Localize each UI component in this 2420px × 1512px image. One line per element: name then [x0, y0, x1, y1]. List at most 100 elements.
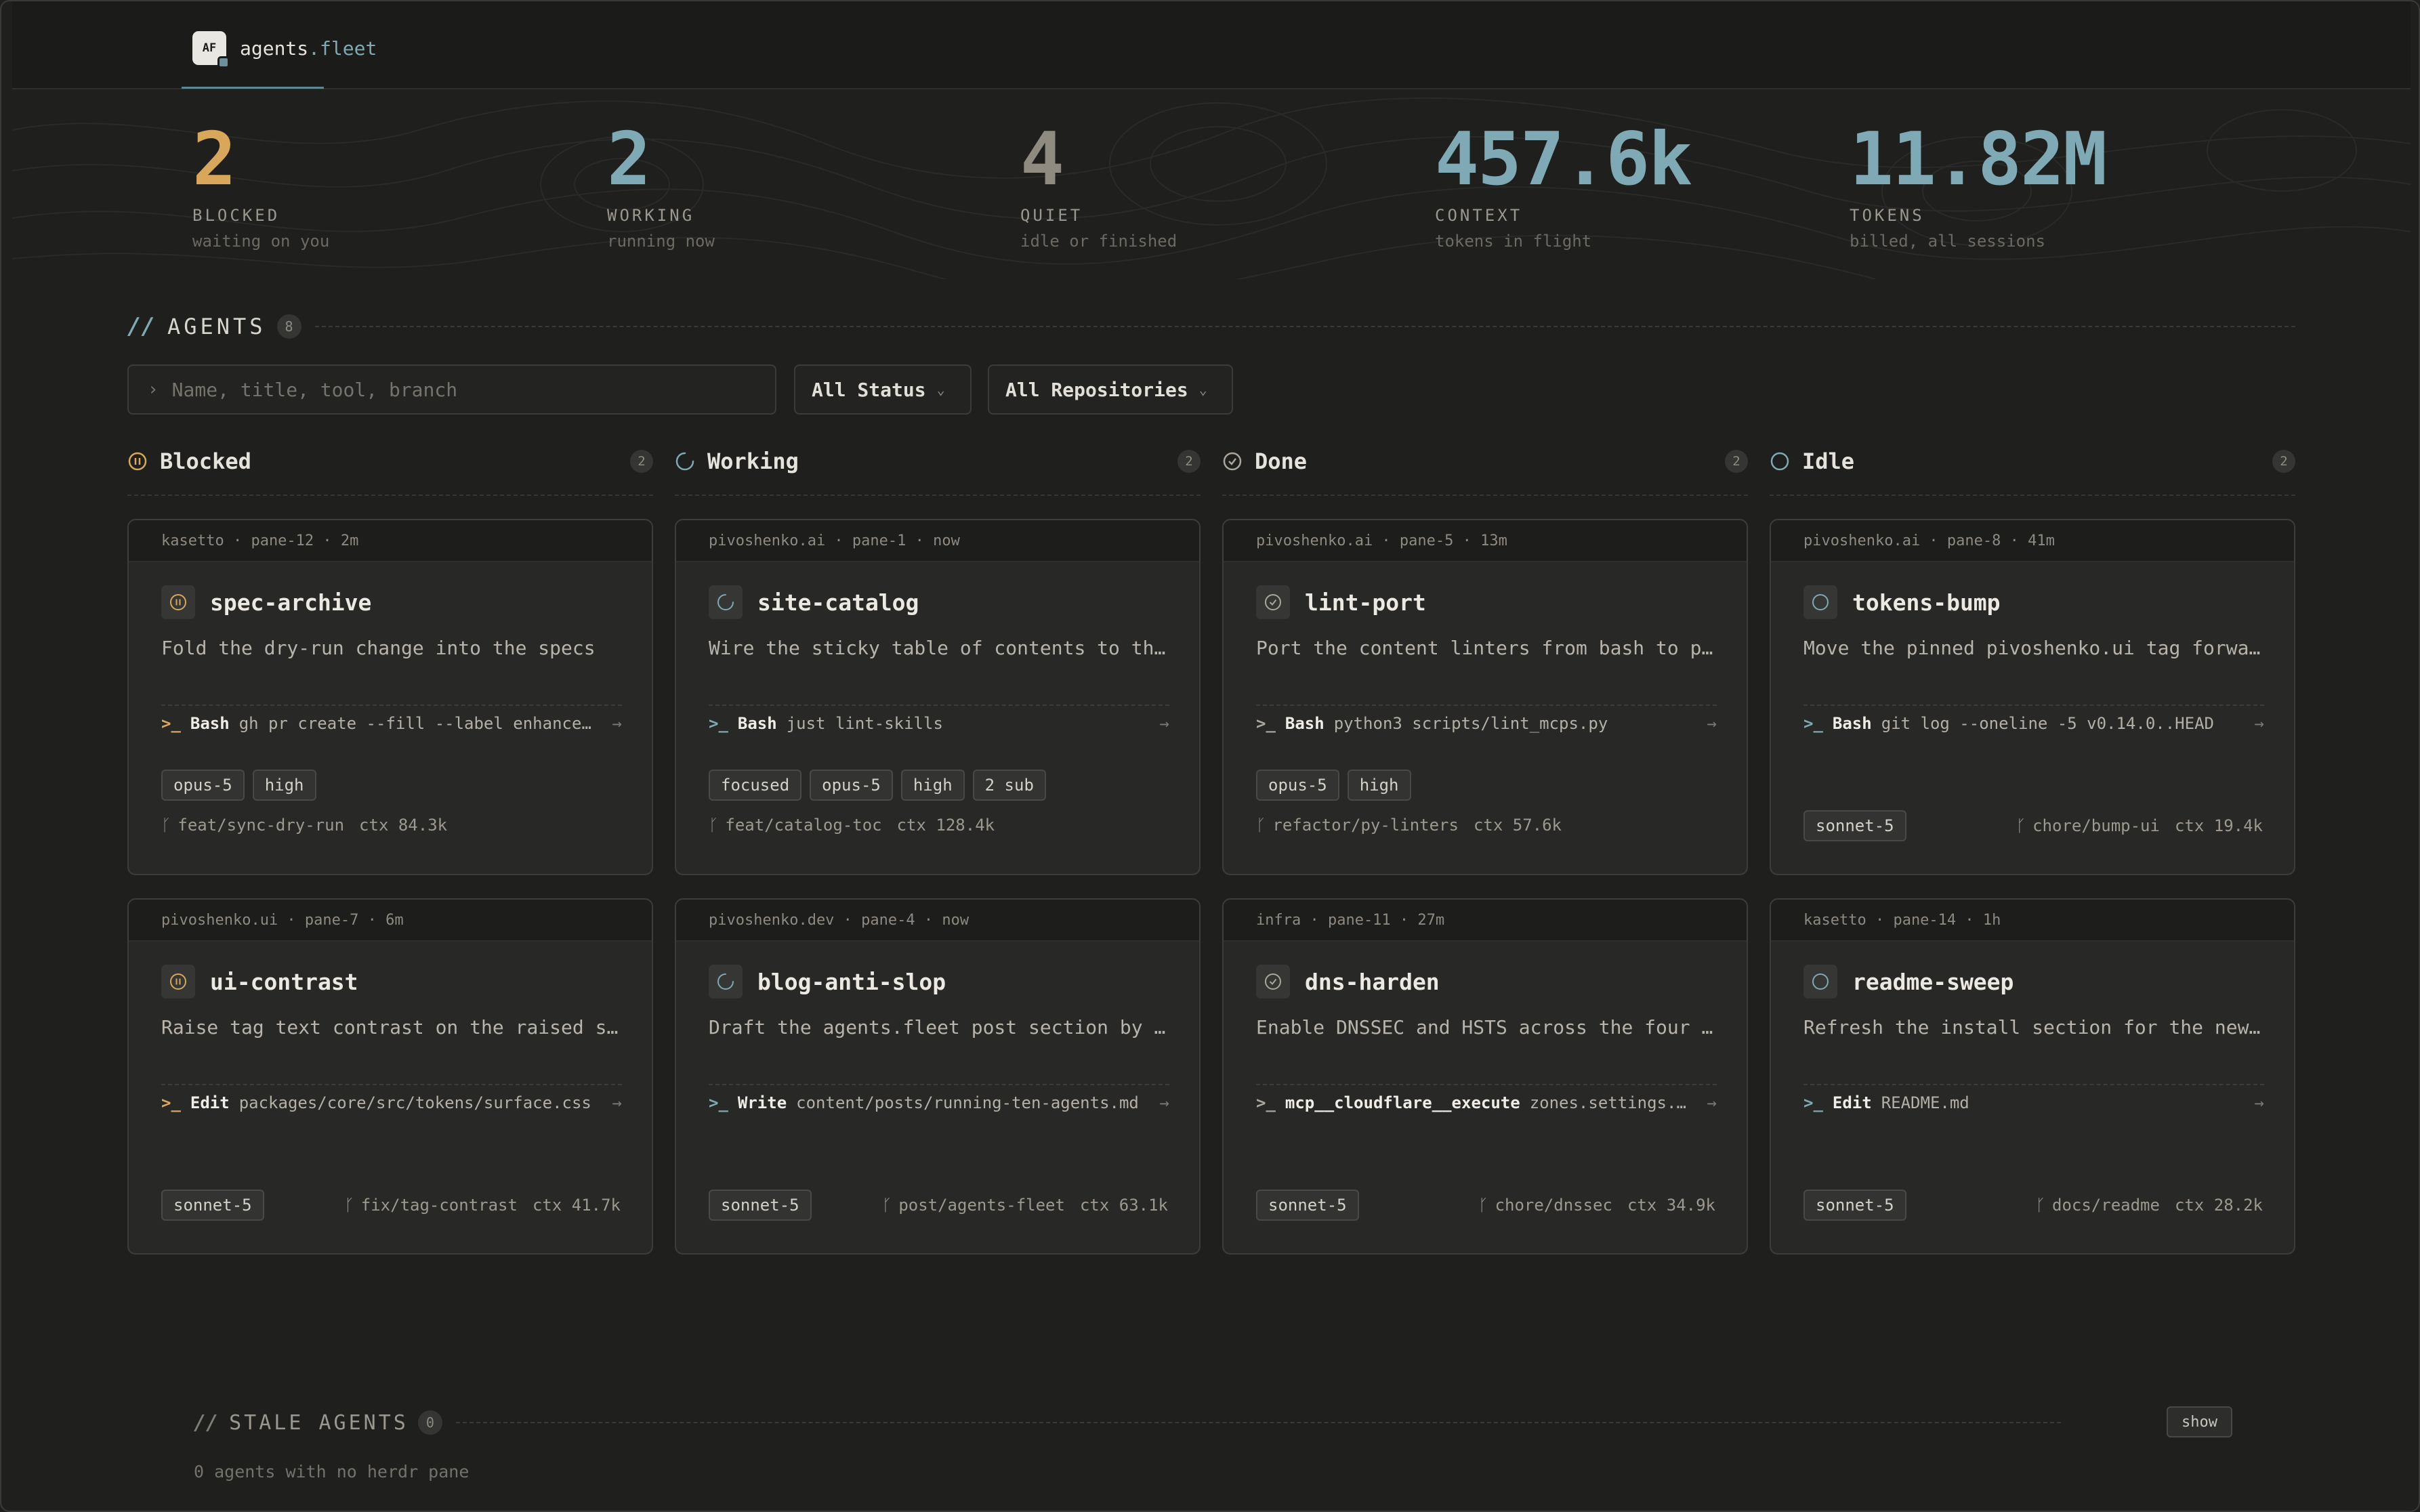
card-meta: kasetto · pane-12 · 2m	[129, 520, 652, 562]
status-filter-select[interactable]: All Status ⌄	[794, 364, 972, 415]
blocked-status-icon	[161, 585, 195, 619]
agent-card-blog-anti-slop[interactable]: pivoshenko.dev · pane-4 · now blog-anti-…	[675, 898, 1201, 1255]
context-size: ctx 84.3k	[359, 816, 448, 835]
git-branch-icon: ᚴ	[344, 1196, 354, 1215]
circle-icon	[1812, 973, 1829, 990]
show-stale-button[interactable]: show	[2167, 1406, 2232, 1437]
stat-sub: waiting on you	[192, 232, 330, 251]
top-bar: AF agents.fleet	[12, 1, 2411, 89]
stat-sub: running now	[607, 232, 715, 251]
card-tool-row[interactable]: >_ Bash gh pr create --fill --label enha…	[161, 705, 622, 741]
card-description: Port the content linters from bash to py…	[1256, 637, 1717, 659]
card-tool-row[interactable]: >_ Bash git log --oneline -5 v0.14.0..HE…	[1803, 705, 2264, 741]
arrow-right-icon[interactable]: →	[1160, 714, 1169, 733]
arrow-right-icon[interactable]: →	[1160, 1093, 1169, 1112]
branch-name: fix/tag-contrast	[360, 1196, 518, 1215]
tool-command: git log --oneline -5 v0.14.0..HEAD	[1881, 714, 2214, 733]
section-slashes: //	[127, 313, 155, 340]
stat-value: 11.82M	[1850, 117, 2107, 202]
card-title-row: dns-harden	[1256, 965, 1440, 999]
tool-command: packages/core/src/tokens/surface.css	[238, 1093, 591, 1112]
agent-card-lint-port[interactable]: pivoshenko.ai · pane-5 · 13m lint-port P…	[1222, 519, 1748, 875]
brand[interactable]: AF agents.fleet	[192, 31, 377, 68]
git-branch-icon: ᚴ	[161, 816, 171, 835]
section-divider	[314, 326, 2295, 327]
agent-card-dns-harden[interactable]: infra · pane-11 · 27m dns-harden Enable …	[1222, 898, 1748, 1255]
card-title-row: readme-sweep	[1803, 965, 2014, 999]
git-branch-icon: ᚴ	[709, 816, 719, 835]
tag: focused	[709, 770, 802, 801]
stat-context: 457.6k CONTEXT tokens in flight	[1435, 117, 1692, 251]
stat-tokens: 11.82M TOKENS billed, all sessions	[1850, 117, 2107, 251]
agent-card-spec-archive[interactable]: kasetto · pane-12 · 2m spec-archive Fold…	[127, 519, 653, 875]
arrow-right-icon[interactable]: →	[612, 1093, 622, 1112]
tool-command: python3 scripts/lint_mcps.py	[1333, 714, 1608, 733]
card-meta: pivoshenko.ai · pane-8 · 41m	[1771, 520, 2294, 562]
card-title: lint-port	[1305, 589, 1426, 616]
section-title: STALE AGENTS	[229, 1410, 409, 1435]
card-tool-row[interactable]: >_ Bash python3 scripts/lint_mcps.py →	[1256, 705, 1717, 741]
tag: high	[252, 770, 316, 801]
search-input[interactable]	[171, 378, 714, 401]
branch-name: chore/dnssec	[1495, 1196, 1612, 1215]
card-branch-row: ᚴ feat/catalog-toc ctx 128.4k	[709, 816, 995, 835]
tool-command: README.md	[1881, 1093, 1969, 1112]
card-tool-row[interactable]: >_ Write content/posts/running-ten-agent…	[709, 1084, 1169, 1120]
tool-command: zones.settings.edit	[1529, 1093, 1691, 1112]
card-tool-row[interactable]: >_ Edit packages/core/src/tokens/surface…	[161, 1084, 622, 1120]
card-description: Wire the sticky table of contents to the…	[709, 637, 1169, 659]
card-bottom-row: sonnet-5 ᚴ chore/dnssec ctx 34.9k	[1256, 1190, 1715, 1221]
card-tool-row[interactable]: >_ Bash just lint-skills →	[709, 705, 1169, 741]
card-title: dns-harden	[1305, 968, 1440, 995]
tool-name: mcp__cloudflare__execute	[1285, 1093, 1520, 1112]
card-meta: pivoshenko.dev · pane-4 · now	[676, 900, 1199, 942]
card-title: ui-contrast	[210, 968, 358, 995]
context-size: ctx 63.1k	[1079, 1196, 1168, 1215]
logo-status-dot	[217, 56, 230, 68]
stat-value: 457.6k	[1435, 117, 1692, 202]
column-name: Done	[1255, 448, 1308, 474]
tool-name: Edit	[190, 1093, 230, 1112]
done-status-icon	[1256, 585, 1290, 619]
app-name-main: agents	[240, 37, 309, 60]
app-name: agents.fleet	[240, 37, 377, 60]
card-description: Move the pinned pivoshenko.ui tag forwar…	[1803, 637, 2264, 659]
terminal-prompt-icon: >_	[1803, 714, 1823, 733]
card-branch-row: ᚴ feat/sync-dry-run ctx 84.3k	[161, 816, 447, 835]
column-divider	[1770, 495, 2295, 496]
terminal-prompt-icon: >_	[161, 1093, 181, 1112]
agent-card-site-catalog[interactable]: pivoshenko.ai · pane-1 · now site-catalo…	[675, 519, 1201, 875]
card-tool-row[interactable]: >_ mcp__cloudflare__execute zones.settin…	[1256, 1084, 1717, 1120]
terminal-prompt-icon: >_	[709, 1093, 728, 1112]
tag: opus-5	[810, 770, 893, 801]
context-size: ctx 28.2k	[2174, 1196, 2263, 1215]
agent-card-tokens-bump[interactable]: pivoshenko.ai · pane-8 · 41m tokens-bump…	[1770, 519, 2295, 875]
arrow-right-icon[interactable]: →	[2255, 714, 2264, 733]
card-meta: infra · pane-11 · 27m	[1224, 900, 1747, 942]
column-header-working: Working 2	[675, 444, 1201, 478]
arrow-right-icon[interactable]: →	[1707, 1093, 1717, 1112]
arrow-right-icon[interactable]: →	[1707, 714, 1717, 733]
repository-filter-select[interactable]: All Repositories ⌄	[988, 364, 1233, 415]
section-title: AGENTS	[167, 314, 266, 339]
tag: sonnet-5	[709, 1190, 812, 1221]
arrow-right-icon[interactable]: →	[612, 714, 622, 733]
card-description: Fold the dry-run change into the specs	[161, 637, 596, 659]
branch-name: refactor/py-linters	[1272, 816, 1459, 835]
column-name: Idle	[1802, 448, 1855, 474]
card-description: Enable DNSSEC and HSTS across the four z…	[1256, 1016, 1717, 1038]
agent-card-readme-sweep[interactable]: kasetto · pane-14 · 1h readme-sweep Refr…	[1770, 898, 2295, 1255]
column-header-done: Done 2	[1222, 444, 1748, 478]
agent-card-ui-contrast[interactable]: pivoshenko.ui · pane-7 · 6m ui-contrast …	[127, 898, 653, 1255]
tag: sonnet-5	[1803, 1190, 1906, 1221]
tag: opus-5	[1256, 770, 1339, 801]
card-tool-row[interactable]: >_ Edit README.md →	[1803, 1084, 2264, 1120]
column-divider	[127, 495, 653, 496]
tag: sonnet-5	[161, 1190, 264, 1221]
arrow-right-icon[interactable]: →	[2255, 1093, 2264, 1112]
branch-name: chore/bump-ui	[2032, 816, 2160, 835]
tag: high	[1347, 770, 1411, 801]
idle-status-icon	[1803, 585, 1837, 619]
search-box[interactable]: ›	[127, 364, 776, 415]
done-status-icon	[1256, 965, 1290, 999]
